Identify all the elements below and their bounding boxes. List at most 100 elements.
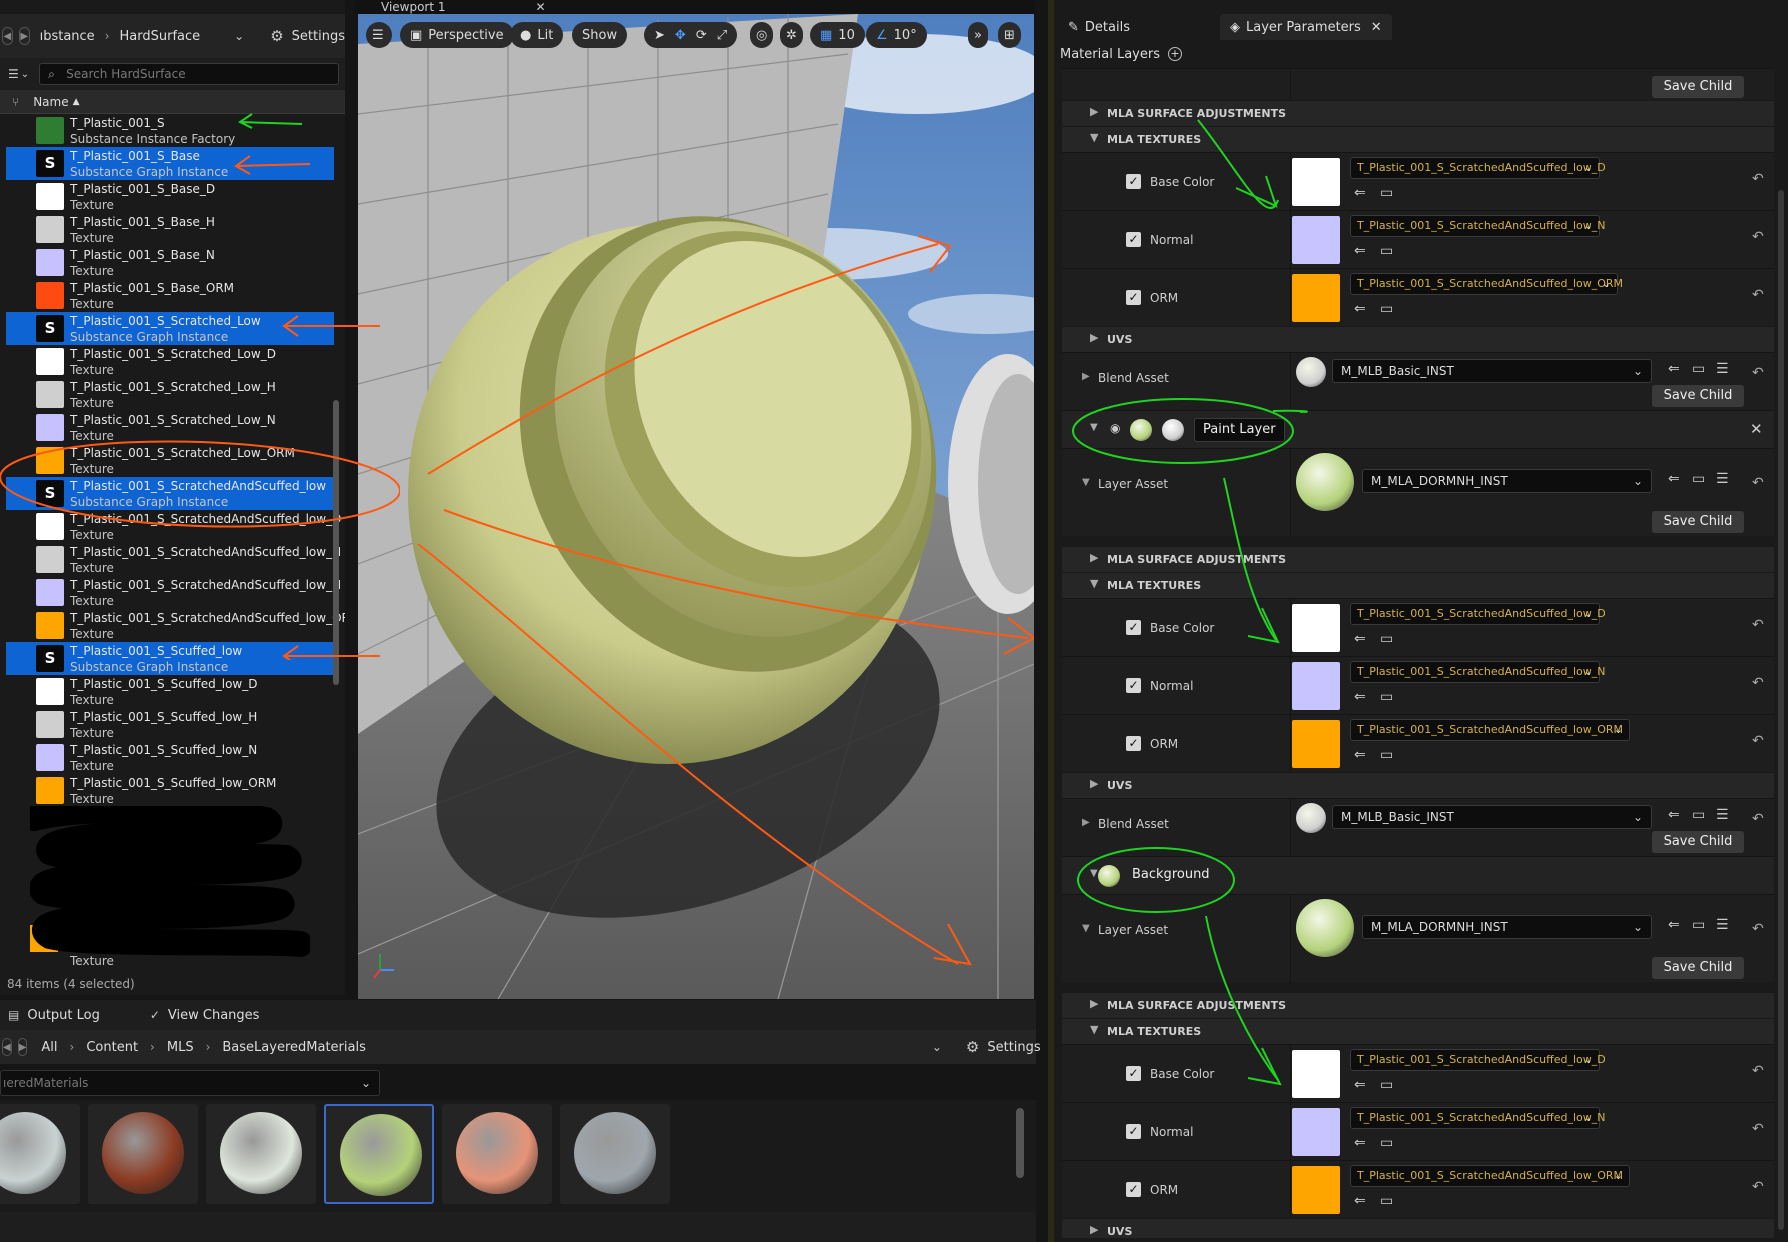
asset-thumbnail [36, 711, 64, 738]
viewport-tab[interactable]: Viewport 1 [381, 0, 446, 14]
tab-layer-parameters[interactable]: ◈ Layer Parameters ✕ [1220, 14, 1392, 40]
material-layers-title: Material Layers [1060, 46, 1160, 62]
cube-icon: ▣ [410, 27, 423, 43]
material-asset-tile[interactable] [206, 1104, 316, 1204]
breadcrumb-separator-icon: › [69, 1040, 75, 1054]
item-count-status: 84 items (4 selected) [7, 977, 135, 991]
grid-icon: ▦ [820, 27, 833, 43]
back-arrow-icon[interactable]: ◀ [2, 1038, 12, 1056]
filter-icon[interactable]: ☰ [8, 67, 19, 81]
breadcrumb-separator-icon: › [150, 1040, 155, 1054]
collection-filter-text: ıeredMaterials [3, 1076, 89, 1090]
annotation-overlay [1072, 119, 1308, 1086]
settings-button[interactable]: Settings [292, 29, 345, 44]
asset-name: T_Plastic_001_S_Scuffed_low_ORM [70, 776, 277, 790]
tab-layer-parameters-label: Layer Parameters [1246, 19, 1361, 35]
show-button[interactable]: Show [572, 22, 628, 48]
material-asset-tile[interactable] [324, 1104, 434, 1204]
asset-type-label: Texture [70, 726, 114, 740]
hamburger-menu-icon[interactable]: ☰ [366, 22, 392, 48]
asset-type-label: Texture [70, 759, 114, 773]
layout-icon[interactable]: ⊞ [998, 22, 1021, 48]
transform-toolbar: ➤ ✥ ⟳ ⤢ [644, 22, 738, 48]
tab-details-label: Details [1084, 19, 1130, 35]
material-preview-sphere [456, 1112, 538, 1194]
angle-icon: ∠ [876, 27, 888, 43]
material-asset-tile[interactable] [442, 1104, 552, 1204]
material-preview-sphere [0, 1112, 66, 1194]
grid-snap-value: 10 [838, 27, 855, 43]
content-browser-toolbar: ◀ ▶ ıbstance › HardSurface ⌄ ⚙ Settings [0, 14, 345, 58]
tab-details[interactable]: ✎ Details [1058, 14, 1140, 40]
bottom-breadcrumb-bar: ◀ ▶ All › Content › MLS › BaseLayeredMat… [0, 1030, 1041, 1064]
close-icon[interactable]: ✕ [1371, 20, 1382, 35]
viewport[interactable]: ☰ ▣ Perspective ● Lit Show ➤ ✥ ⟳ ⤢ ◎ ✲ ▦ 10… [358, 14, 1034, 999]
list-item[interactable]: T_Plastic_001_S_Scuffed_low_D Texture [6, 675, 334, 708]
bottom-tabbar: ▤ Output Log ✓ View Changes [0, 1000, 1036, 1030]
scale-icon[interactable]: ⤢ [717, 28, 727, 43]
breadcrumb-item[interactable]: Content [86, 1040, 138, 1055]
chevron-down-icon[interactable]: ⌄ [932, 1040, 942, 1054]
material-preview-sphere [574, 1112, 656, 1194]
gear-icon[interactable]: ⚙ [270, 27, 283, 45]
asset-thumbnail [36, 777, 64, 804]
asset-name: T_Plastic_001_S_Scuffed_low_D [70, 677, 258, 691]
view-changes-tab[interactable]: View Changes [168, 1008, 260, 1023]
list-item[interactable]: T_Plastic_001_S_Scuffed_low_H Texture [6, 708, 334, 741]
search-input[interactable]: ⌕ Search HardSurface [39, 63, 340, 85]
breadcrumb-item[interactable]: ıbstance [40, 29, 95, 44]
lit-button[interactable]: ● Lit [510, 22, 564, 48]
material-preview-sphere [102, 1112, 184, 1194]
rotate-icon[interactable]: ⟳ [696, 28, 707, 43]
material-preview-sphere [340, 1114, 422, 1196]
view-changes-icon: ✓ [149, 1008, 160, 1022]
scrollbar[interactable] [1016, 1108, 1024, 1178]
surface-snap-icon[interactable]: ✲ [780, 22, 803, 48]
back-arrow-icon[interactable]: ◀ [2, 27, 13, 45]
material-asset-tile[interactable] [0, 1104, 80, 1204]
output-log-tab[interactable]: Output Log [27, 1008, 100, 1023]
chevron-down-icon: ⌄ [360, 1076, 371, 1090]
annotation-overlay [0, 113, 400, 660]
expand-toolbar-icon[interactable]: » [968, 22, 988, 48]
search-icon: ⌕ [48, 67, 55, 81]
perspective-label: Perspective [428, 27, 504, 43]
world-globe-icon[interactable]: ◎ [750, 22, 774, 48]
chevron-down-icon[interactable]: ⌄ [21, 69, 29, 80]
settings-button[interactable]: Settings [987, 1040, 1040, 1055]
close-icon[interactable]: ✕ [536, 0, 546, 14]
content-browser-filter-bar: ☰ ⌄ ⌕ Search HardSurface [0, 58, 345, 90]
translate-icon[interactable]: ✥ [675, 28, 686, 43]
asset-thumbnail [36, 744, 64, 771]
search-placeholder: Search HardSurface [66, 67, 186, 81]
list-item[interactable]: T_Plastic_001_S_Scuffed_low_N Texture [6, 741, 334, 774]
asset-type-label: Texture [70, 693, 114, 707]
material-asset-tile[interactable] [560, 1104, 670, 1204]
asset-name: T_Plastic_001_S_Scuffed_low_H [70, 710, 258, 724]
show-label: Show [582, 27, 618, 43]
breadcrumb-item[interactable]: HardSurface [120, 29, 201, 44]
redaction-scribble [30, 806, 310, 957]
chevron-down-icon[interactable]: ⌄ [234, 29, 244, 43]
breadcrumb-item[interactable]: BaseLayeredMaterials [222, 1040, 365, 1055]
gear-icon[interactable]: ⚙ [966, 1038, 979, 1056]
bottom-status-bar [0, 1212, 1036, 1242]
perspective-button[interactable]: ▣ Perspective [400, 22, 514, 48]
grid-snap-button[interactable]: ▦ 10 [810, 22, 865, 48]
output-log-icon: ▤ [8, 1008, 20, 1022]
angle-snap-button[interactable]: ∠ 10° [866, 22, 927, 48]
list-item[interactable]: T_Plastic_001_S_Scuffed_low_ORM Texture [6, 774, 334, 807]
forward-arrow-icon[interactable]: ▶ [18, 27, 30, 45]
asset-type-label: Substance Graph Instance [70, 660, 229, 674]
add-layer-icon[interactable]: + [1167, 47, 1182, 61]
lit-sphere-icon: ● [520, 27, 532, 43]
layers-icon: ◈ [1230, 19, 1240, 35]
select-cursor-icon[interactable]: ➤ [654, 28, 665, 43]
collection-filter-input[interactable]: ıeredMaterials ⌄ [0, 1070, 380, 1096]
breadcrumb-item[interactable]: All [41, 1040, 57, 1055]
material-asset-tile[interactable] [88, 1104, 198, 1204]
breadcrumb-item[interactable]: MLS [167, 1040, 194, 1055]
pencil-icon: ✎ [1068, 19, 1079, 35]
forward-arrow-icon[interactable]: ▶ [17, 1038, 28, 1056]
asset-thumbnail [36, 678, 64, 705]
